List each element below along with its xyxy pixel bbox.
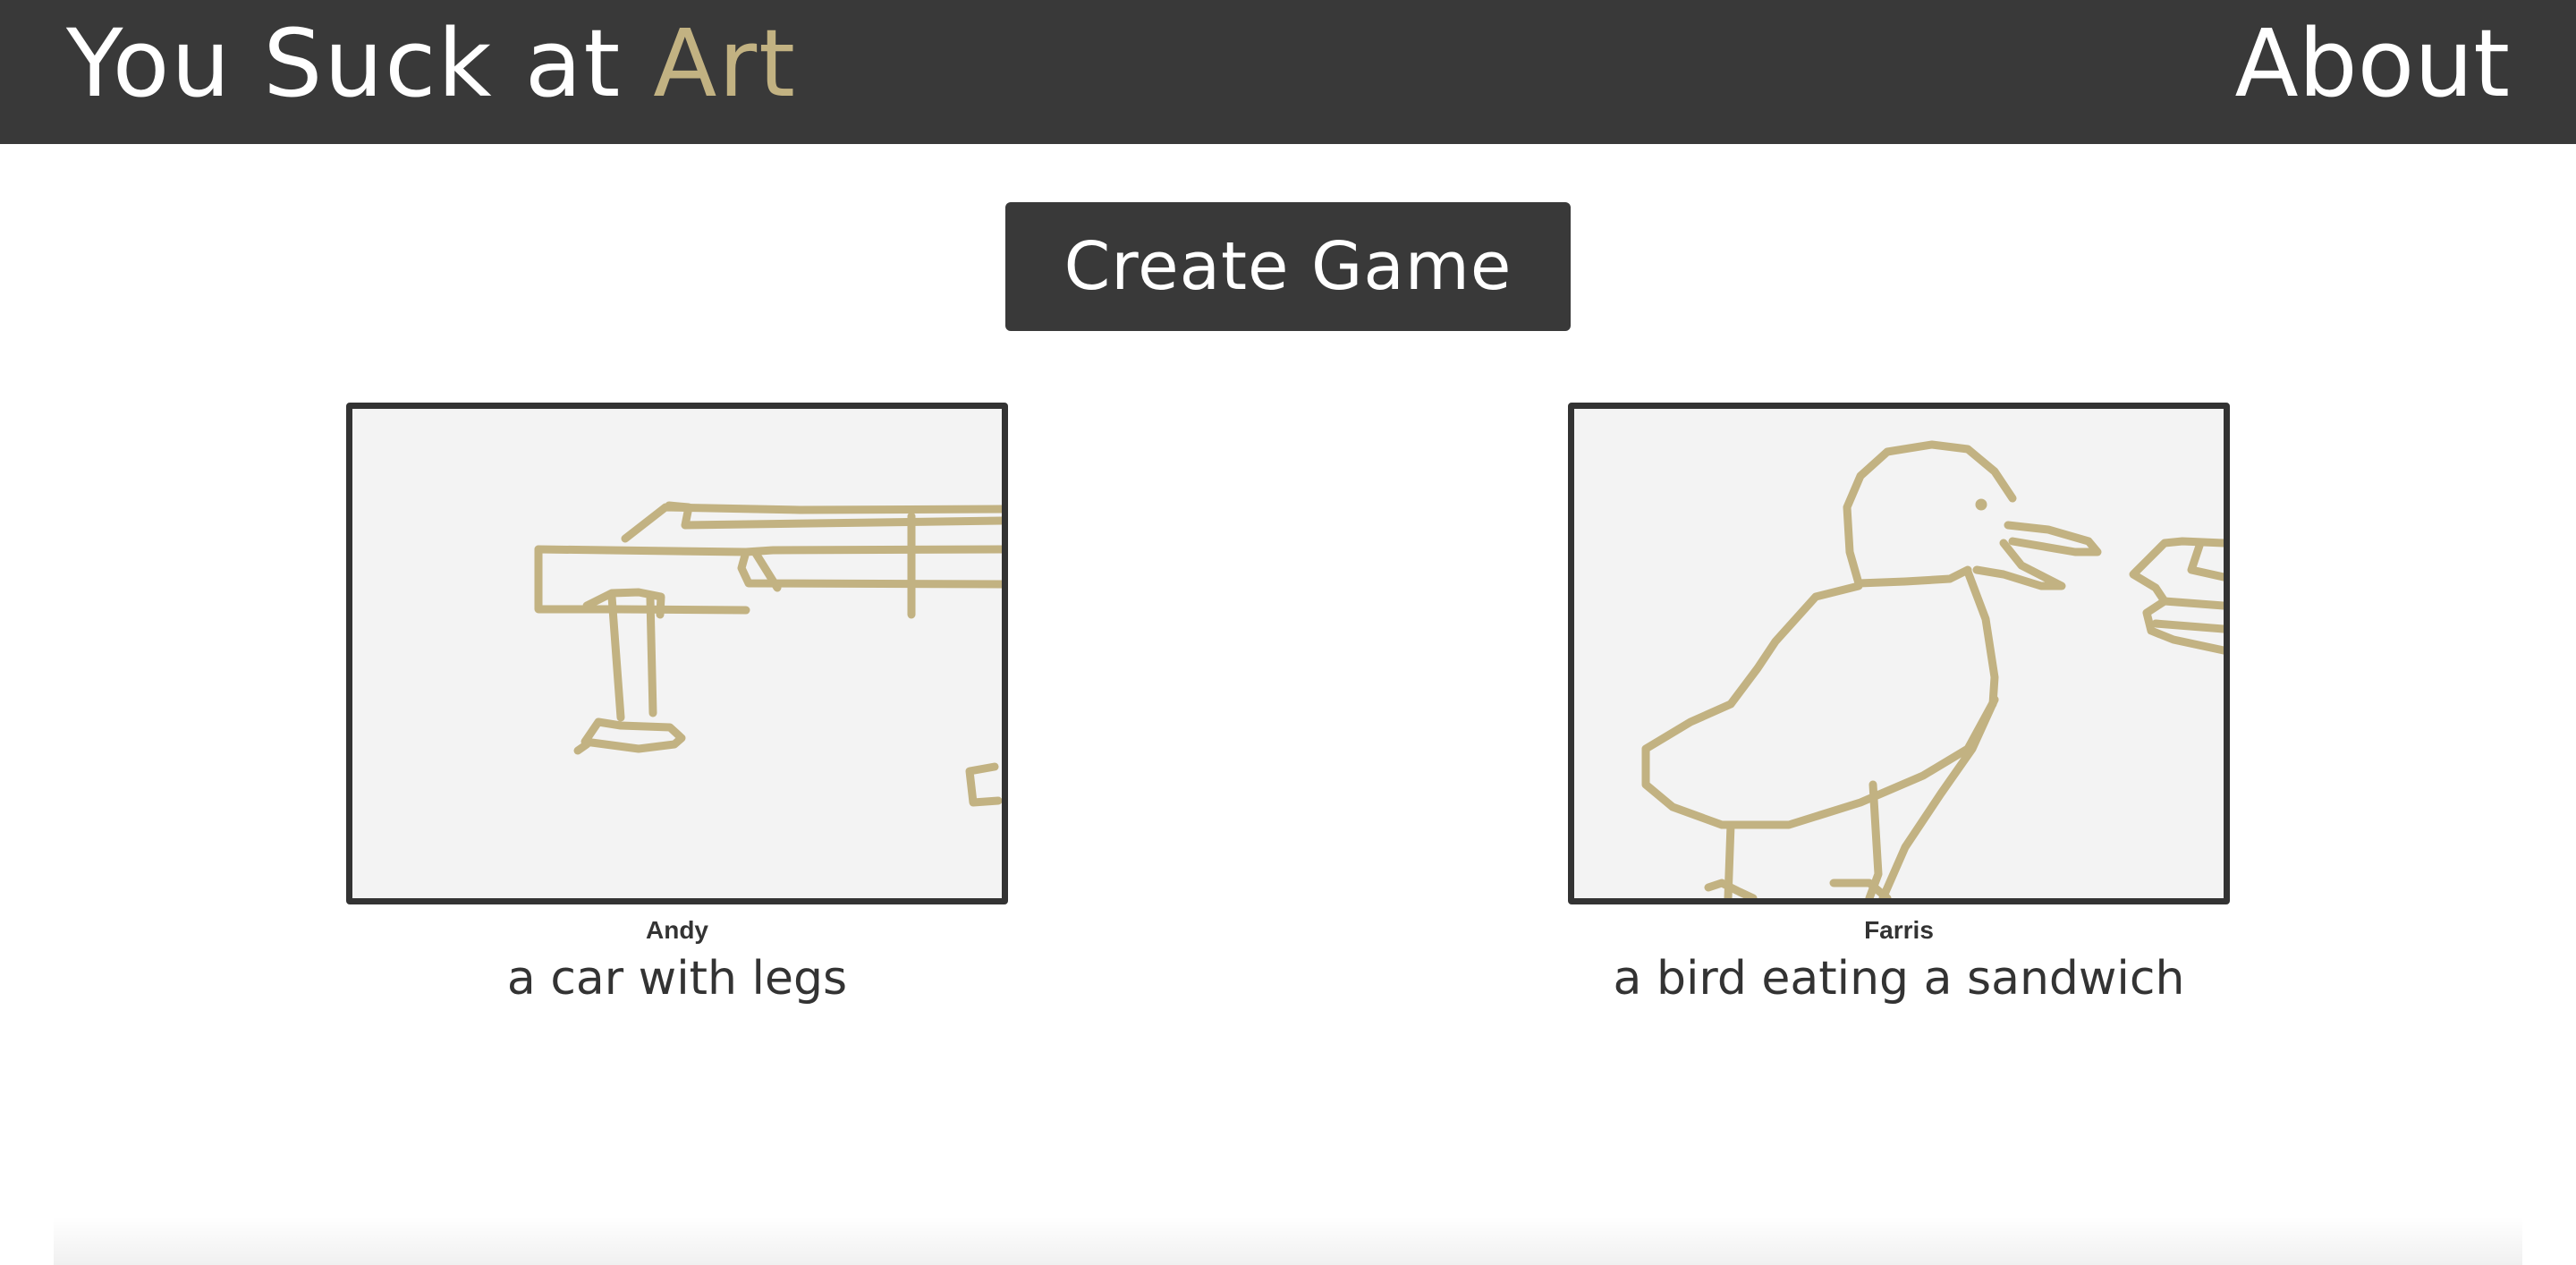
bird-drawing — [1641, 440, 2224, 898]
drawing-thumbnail[interactable] — [346, 403, 1008, 904]
game-card[interactable]: Farris a bird eating a sandwich — [1568, 403, 2230, 1008]
artist-name: Farris — [1864, 916, 1934, 944]
brand-accent: Art — [653, 9, 797, 118]
car-drawing — [534, 501, 1002, 807]
create-game-button[interactable]: Create Game — [1005, 202, 1571, 331]
drawing-thumbnail[interactable] — [1568, 403, 2230, 904]
game-prompt: a bird eating a sandwich — [1613, 952, 2185, 1006]
game-card[interactable]: Andy a car with legs — [346, 403, 1008, 1008]
top-navbar: You Suck at Art About — [0, 0, 2576, 144]
brand-prefix: You Suck at — [66, 9, 654, 118]
artist-name: Andy — [646, 916, 708, 944]
game-prompt: a car with legs — [506, 952, 848, 1006]
about-link[interactable]: About — [2235, 7, 2510, 120]
site-logo-link[interactable]: You Suck at Art — [66, 7, 797, 120]
page-bottom-shadow — [54, 1217, 2522, 1265]
